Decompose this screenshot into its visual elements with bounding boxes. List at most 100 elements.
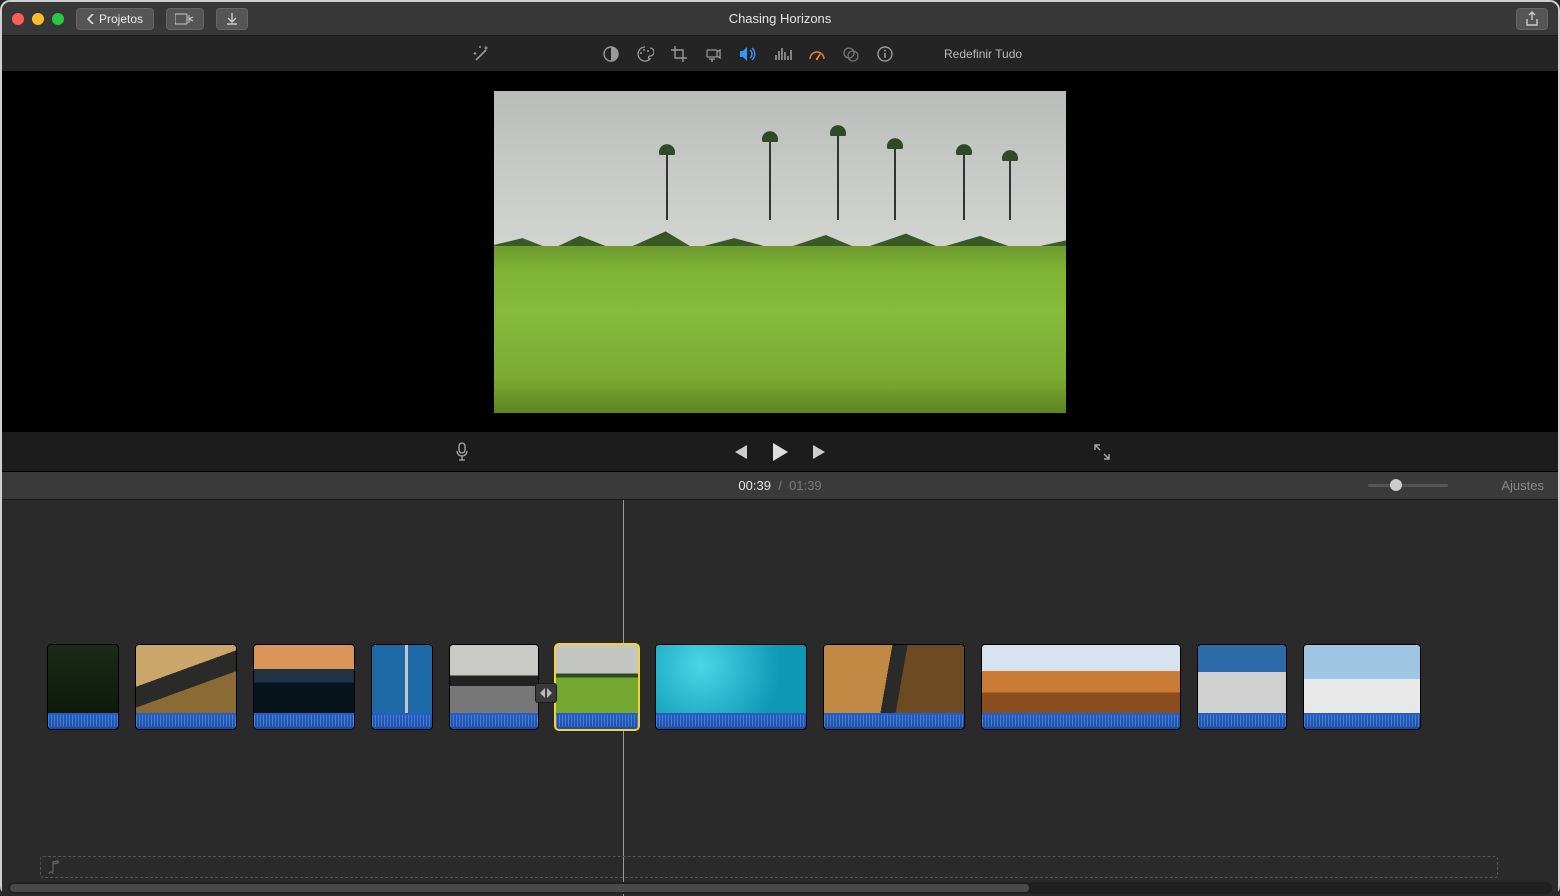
clip-sea-sunset[interactable]	[254, 645, 354, 729]
audio-waveform	[556, 715, 638, 727]
clip-audio-track[interactable]	[136, 713, 236, 729]
clip-thumbnail	[372, 645, 432, 713]
clip-forest[interactable]	[48, 645, 118, 729]
zoom-track	[1368, 484, 1448, 487]
clip-audio-track[interactable]	[450, 713, 538, 729]
timeline-zoom-slider[interactable]	[1368, 484, 1448, 487]
speed-icon	[808, 45, 826, 63]
clip-pool-edge[interactable]	[372, 645, 432, 729]
clip-dunes[interactable]	[982, 645, 1180, 729]
play-icon	[771, 442, 789, 462]
palm-tree-icon	[666, 149, 668, 220]
adjustments-toolbar: Redefinir Tudo	[2, 36, 1558, 72]
clip-pool-water[interactable]	[656, 645, 806, 729]
palm-tree-icon	[837, 130, 839, 220]
clip-thumbnail	[824, 645, 964, 713]
current-time: 00:39	[738, 478, 771, 493]
clip-audio-track[interactable]	[1304, 713, 1420, 729]
video-overlay-button[interactable]	[842, 45, 860, 63]
scrollbar-thumb[interactable]	[10, 884, 1029, 892]
preview-viewer	[2, 72, 1558, 432]
volume-icon	[738, 45, 758, 63]
reset-all-button[interactable]: Redefinir Tudo	[944, 47, 1022, 61]
next-icon	[811, 444, 829, 460]
speed-button[interactable]	[808, 45, 826, 63]
color-correction-button[interactable]	[636, 45, 654, 63]
download-arrow-icon	[225, 12, 239, 26]
volume-button[interactable]	[738, 45, 758, 63]
clip-info-button[interactable]	[876, 45, 894, 63]
audio-waveform	[656, 715, 806, 727]
clip-row	[48, 645, 1420, 729]
clip-rice-field[interactable]	[556, 645, 638, 729]
overlay-icon	[842, 45, 860, 63]
crop-icon	[670, 45, 688, 63]
timeline[interactable]	[2, 500, 1558, 896]
clip-thumbnail	[136, 645, 236, 713]
enhance-button[interactable]	[472, 44, 492, 64]
clip-jump[interactable]	[1304, 645, 1420, 729]
noise-reduction-button[interactable]	[774, 45, 792, 63]
clip-audio-track[interactable]	[372, 713, 432, 729]
clip-desert-road[interactable]	[824, 645, 964, 729]
clip-black-beach[interactable]	[450, 645, 538, 729]
audio-waveform	[1304, 715, 1420, 727]
transition-indicator[interactable]	[535, 683, 557, 703]
voiceover-record-button[interactable]	[454, 442, 470, 462]
audio-waveform	[372, 715, 432, 727]
media-library-button[interactable]	[166, 8, 204, 30]
music-note-icon	[47, 860, 59, 874]
audio-waveform	[1198, 715, 1286, 727]
previous-button[interactable]	[731, 444, 749, 460]
next-button[interactable]	[811, 444, 829, 460]
play-button[interactable]	[771, 442, 789, 462]
magic-wand-icon	[472, 44, 492, 64]
clip-audio-track[interactable]	[982, 713, 1180, 729]
info-icon	[876, 45, 894, 63]
clip-thumbnail	[556, 645, 638, 713]
camera-stabilize-icon	[704, 45, 722, 63]
chevron-left-icon	[87, 14, 95, 24]
clip-thumbnail	[982, 645, 1180, 713]
audio-waveform	[136, 715, 236, 727]
window-minimize-button[interactable]	[32, 13, 44, 25]
audio-waveform	[824, 715, 964, 727]
clip-thumbnail	[656, 645, 806, 713]
palm-tree-icon	[769, 136, 771, 220]
clip-audio-track[interactable]	[824, 713, 964, 729]
clip-road-mist[interactable]	[136, 645, 236, 729]
clip-audio-track[interactable]	[48, 713, 118, 729]
fullscreen-button[interactable]	[1094, 444, 1110, 460]
palm-tree-icon	[894, 143, 896, 220]
share-icon	[1525, 11, 1539, 27]
clip-audio-track[interactable]	[1198, 713, 1286, 729]
clip-audio-track[interactable]	[556, 713, 638, 729]
color-balance-button[interactable]	[602, 45, 620, 63]
contrast-icon	[602, 45, 620, 63]
clip-thumbnail	[254, 645, 354, 713]
clip-thumbnail	[48, 645, 118, 713]
fullscreen-icon	[1094, 444, 1110, 460]
clip-thumbnail	[450, 645, 538, 713]
import-media-button[interactable]	[216, 8, 248, 30]
window-zoom-button[interactable]	[52, 13, 64, 25]
horizontal-scrollbar[interactable]	[8, 882, 1552, 894]
back-to-projects-button[interactable]: Projetos	[76, 8, 154, 30]
back-label: Projetos	[99, 12, 143, 26]
transition-icon	[539, 687, 553, 699]
background-audio-track[interactable]	[40, 856, 1498, 878]
previous-icon	[731, 444, 749, 460]
clip-audio-track[interactable]	[254, 713, 354, 729]
timeline-settings-button[interactable]: Ajustes	[1501, 478, 1544, 493]
stabilization-button[interactable]	[704, 45, 722, 63]
clip-skatepark[interactable]	[1198, 645, 1286, 729]
preview-frame[interactable]	[494, 91, 1066, 413]
crop-button[interactable]	[670, 45, 688, 63]
zoom-thumb[interactable]	[1390, 479, 1402, 491]
color-palette-icon	[636, 45, 654, 63]
clip-audio-track[interactable]	[656, 713, 806, 729]
playback-bar	[2, 432, 1558, 472]
share-button[interactable]	[1516, 8, 1548, 30]
adjustment-icons-group	[602, 45, 894, 63]
window-close-button[interactable]	[12, 13, 24, 25]
